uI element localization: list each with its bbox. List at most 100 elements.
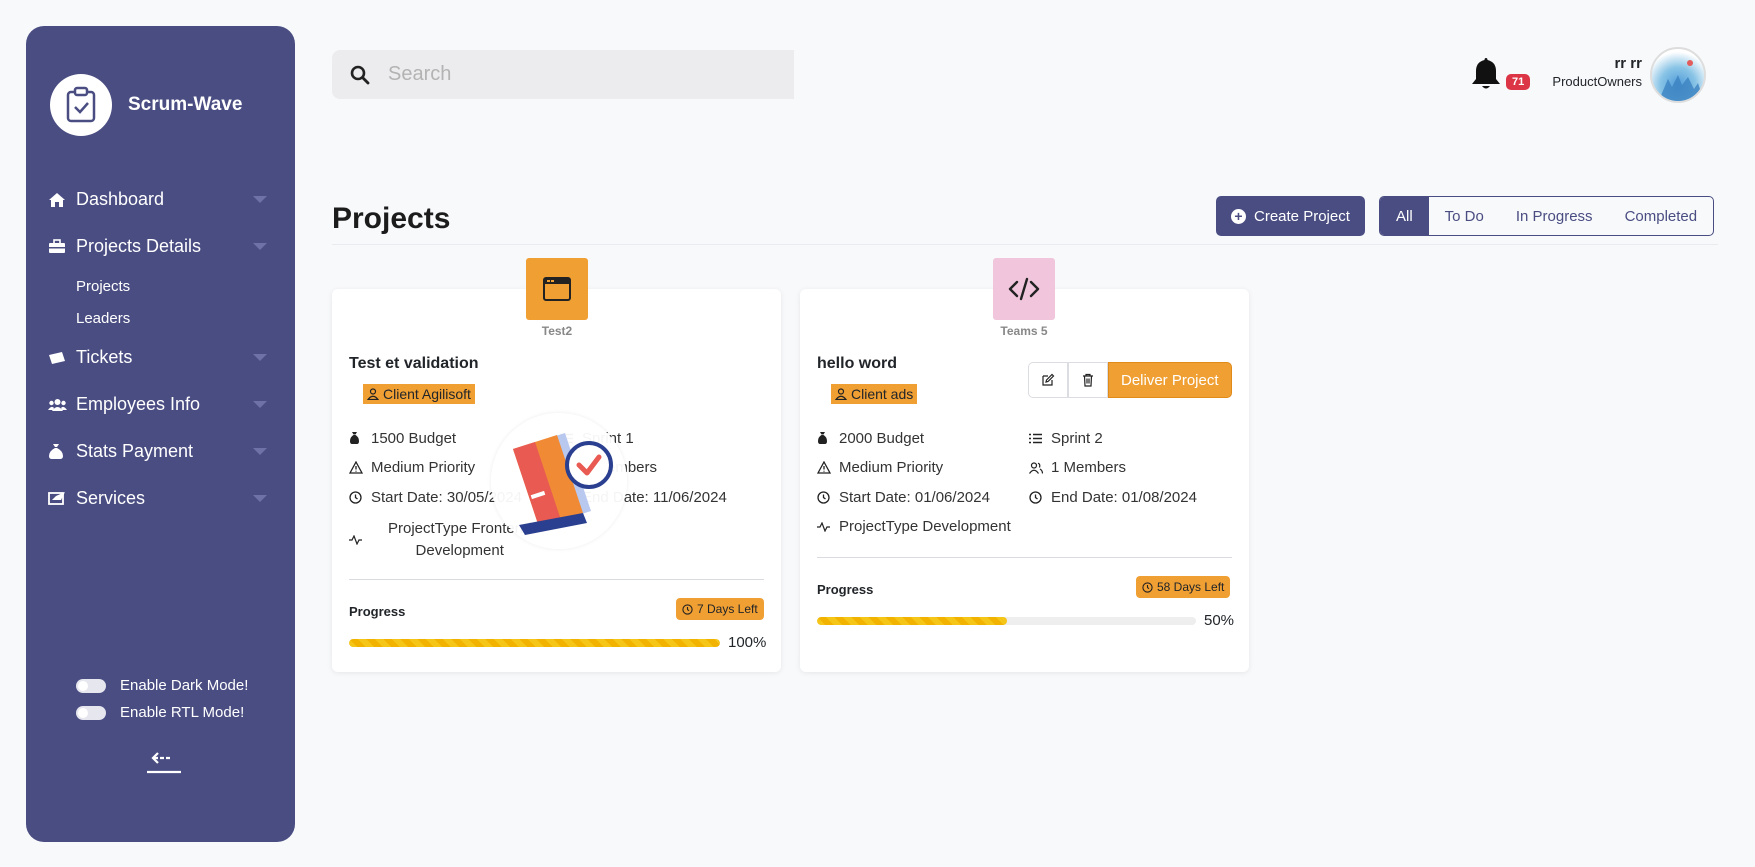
collapse-sidebar-icon[interactable] [146,750,182,779]
users-icon [48,398,76,412]
filter-completed[interactable]: Completed [1609,197,1714,235]
activity-icon [817,521,839,532]
search-icon[interactable] [332,65,388,85]
card-divider [349,579,764,580]
members-info: 1 Members [1029,459,1126,476]
client-badge: Client Agilisoft [363,384,475,404]
rtl-mode-toggle[interactable]: Enable RTL Mode! [76,699,248,726]
book-check-illustration [491,413,627,549]
priority-text: Medium Priority [371,459,476,476]
activity-icon [349,535,388,545]
sidebar-item-services[interactable]: Services [48,475,273,522]
notification-badge: 71 [1506,74,1531,90]
days-left-badge: 7 Days Left [676,598,764,620]
brand-name: Scrum-Wave [128,94,243,115]
list-icon [1029,433,1051,444]
days-left-text: 7 Days Left [697,602,758,616]
search-input[interactable] [388,50,794,99]
bell-icon[interactable] [1470,56,1502,97]
sidebar-item-projects-details[interactable]: Projects Details [48,223,273,270]
brand[interactable]: Scrum-Wave [50,74,242,136]
ticket-icon [48,351,76,365]
sidebar-subitem-projects[interactable]: Projects [48,270,273,302]
sidebar-item-label: Stats Payment [76,441,194,461]
budget-text: 1500 Budget [371,430,457,447]
sprint-text: Sprint 2 [1051,430,1103,447]
warning-icon [817,461,839,474]
filter-all[interactable]: All [1380,197,1429,235]
sidebar-item-label: Projects Details [76,236,202,256]
progress-label: Progress [349,604,406,619]
avatar[interactable] [1650,47,1706,103]
edit-icon [1042,373,1055,386]
caret-down-icon [253,243,267,250]
sidebar-subitem-leaders[interactable]: Leaders [48,302,273,334]
rtl-mode-label: Enable RTL Mode! [120,704,245,721]
browser-window-icon [526,258,588,320]
clock-icon [1142,581,1153,593]
card-divider [817,557,1232,558]
deliver-project-button[interactable]: Deliver Project [1108,362,1232,398]
caret-down-icon [253,354,267,361]
priority-text: Medium Priority [839,459,944,476]
plus-circle-icon: + [1231,208,1246,224]
page-title: Projects [332,202,451,235]
progress-percent: 50% [1204,612,1235,629]
members-text: 1 Members [1051,459,1127,476]
sidebar-item-label: Employees Info [76,394,201,414]
progress-percent: 100% [728,634,767,651]
create-project-button[interactable]: + Create Project [1216,196,1365,236]
filter-todo[interactable]: To Do [1429,197,1500,235]
progress-label: Progress [817,582,874,597]
sidebar-item-stats-payment[interactable]: Stats Payment [48,428,273,475]
user-info[interactable]: rr rr ProductOwners [1552,55,1642,89]
days-left-badge: 58 Days Left [1136,576,1231,598]
trash-icon [1083,373,1093,387]
caret-down-icon [253,401,267,408]
delete-button[interactable] [1068,362,1108,398]
edit-button[interactable] [1028,362,1068,398]
money-bag-icon [48,443,76,460]
priority-info: Medium Priority [349,459,475,476]
briefcase-icon [48,239,76,254]
project-title: hello word [817,355,897,372]
team-name: Teams 5 [1000,324,1048,338]
dark-mode-switch[interactable] [76,678,106,693]
services-icon [48,491,76,506]
clipboard-check-icon [50,74,112,136]
priority-info: Medium Priority [817,459,943,476]
money-bag-icon [349,432,371,445]
dark-mode-label: Enable Dark Mode! [120,677,249,694]
clock-icon [682,603,693,615]
caret-down-icon [253,495,267,502]
project-type-text: ProjectType Development [839,518,1011,535]
dark-mode-toggle[interactable]: Enable Dark Mode! [76,672,248,699]
project-title: Test et validation [349,355,479,372]
sidebar-item-label: Dashboard [76,189,165,209]
budget-info: 2000 Budget [817,430,924,447]
user-role: ProductOwners [1552,74,1642,89]
sprint-info: Sprint 2 [1029,430,1103,447]
rtl-mode-switch[interactable] [76,705,106,720]
code-icon [993,258,1055,320]
sidebar-item-tickets[interactable]: Tickets [48,334,273,381]
warning-icon [349,461,371,474]
team-name: Test2 [541,324,573,338]
user-icon [367,388,379,400]
search-bar [332,50,794,99]
caret-down-icon [253,196,267,203]
end-date-text: End Date: 01/08/2024 [1051,489,1197,506]
header-divider [332,244,1718,245]
sidebar: Scrum-Wave Dashboard Projects Details Pr… [26,26,295,842]
sidebar-item-label: Tickets [76,347,133,367]
client-name: Client Agilisoft [383,386,471,402]
sidebar-item-dashboard[interactable]: Dashboard [48,176,273,223]
progress-bar [817,617,1196,625]
project-card[interactable]: Teams 5 hello word Client ads Deliver Pr… [800,258,1249,672]
filter-in-progress[interactable]: In Progress [1500,197,1609,235]
budget-text: 2000 Budget [839,430,925,447]
start-date-info: Start Date: 01/06/2024 [817,489,990,506]
card-actions: Deliver Project [1028,362,1232,398]
sidebar-item-employees-info[interactable]: Employees Info [48,381,273,428]
clock-icon [349,491,371,504]
